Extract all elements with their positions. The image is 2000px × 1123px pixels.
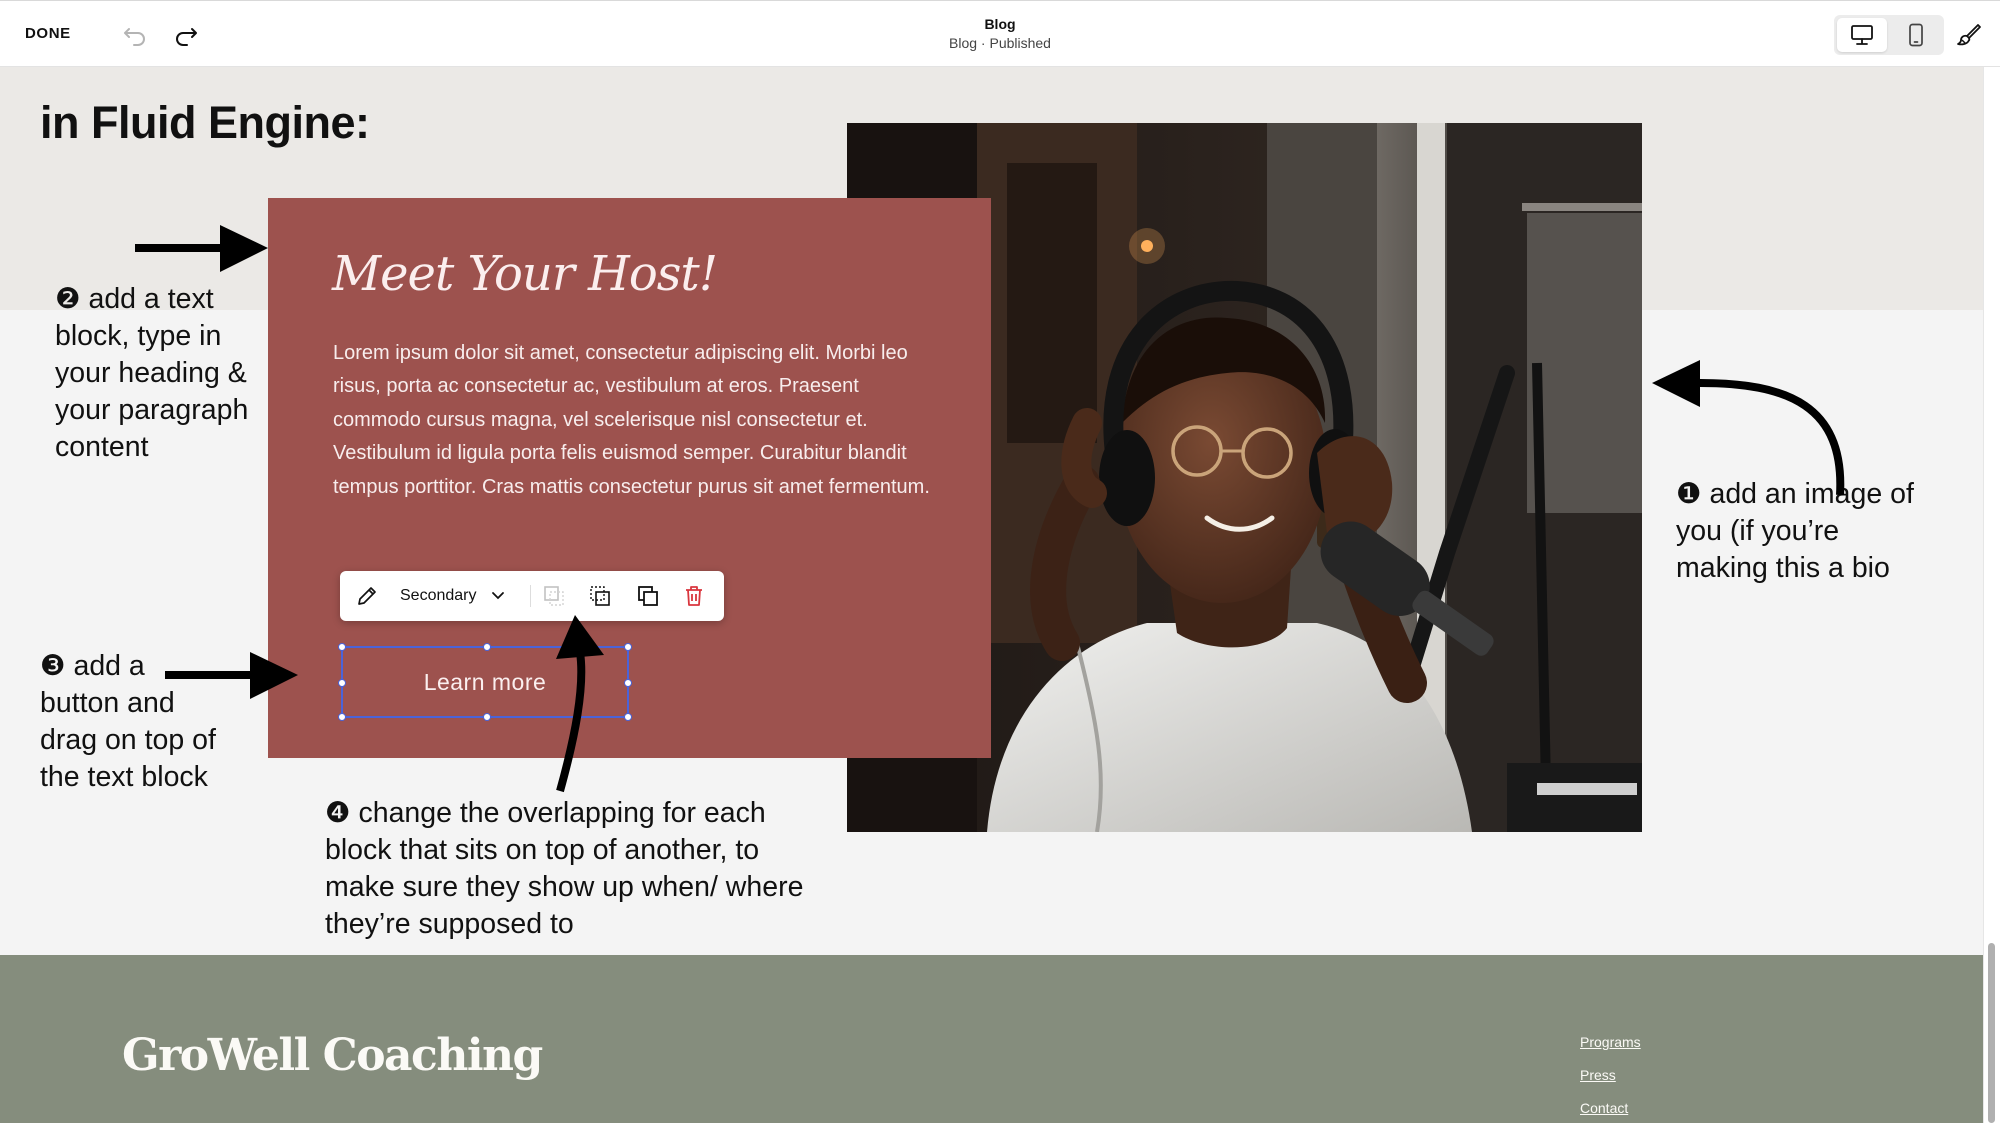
redo-icon [176,28,197,46]
delete-block-button[interactable] [676,571,712,621]
redo-button[interactable] [173,21,199,47]
footer-link-contact[interactable]: Contact [1580,1100,1628,1116]
bring-forward-button[interactable] [582,571,618,621]
duplicate-button[interactable] [630,571,666,621]
duplicate-icon [638,586,658,606]
chevron-down-icon [491,592,504,600]
desktop-icon [1851,25,1873,45]
card-paragraph[interactable]: Lorem ipsum dolor sit amet, consectetur … [333,337,933,504]
bring-forward-icon [590,586,610,606]
block-toolbar: Secondary [340,571,724,621]
resize-handle-nw[interactable] [338,643,346,651]
toolbar-divider [530,585,531,607]
page-status: Blog · Published [949,35,1051,51]
undo-button[interactable] [122,21,148,47]
page-scrollbar[interactable] [1983,67,2000,1123]
pencil-icon [358,587,376,605]
resize-handle-se[interactable] [624,713,632,721]
footer-brand-logo[interactable]: GroWell Coaching [122,1030,543,1081]
site-styles-button[interactable] [1955,21,1983,49]
editor-top-bar: DONE Blog Blog · Published [0,0,2000,67]
mobile-view-button[interactable] [1891,18,1941,52]
resize-handle-sw[interactable] [338,713,346,721]
arrow-to-image [1652,360,1845,496]
scrollbar-thumb[interactable] [1988,943,1995,1123]
mobile-icon [1909,23,1923,47]
send-backward-icon [544,586,564,606]
done-button[interactable]: DONE [25,25,71,42]
paintbrush-icon [1957,24,1981,46]
footer-link-programs[interactable]: Programs [1580,1034,1641,1050]
section-heading[interactable]: in Fluid Engine: [40,97,370,149]
annotation-step-2: ❷ add a text block, type in your heading… [55,283,249,463]
site-footer: GroWell Coaching Programs Press Contact [0,955,1983,1123]
footer-link-press[interactable]: Press [1580,1067,1616,1083]
card-heading[interactable]: Meet Your Host! [332,246,718,302]
resize-handle-s[interactable] [483,713,491,721]
page-title: Blog [984,16,1016,32]
undo-icon [124,28,145,46]
annotation-step-4: ❹ change the overlapping for each block … [325,797,804,940]
learn-more-label: Learn more [423,668,547,695]
resize-handle-n[interactable] [483,643,491,651]
device-view-toggle [1834,15,1944,55]
trash-icon [686,586,702,606]
button-style-label: Secondary [400,587,477,604]
send-backward-button[interactable] [536,571,572,621]
resize-handle-ne[interactable] [624,643,632,651]
resize-handle-w[interactable] [338,679,346,687]
learn-more-button[interactable]: Learn more [338,643,632,721]
resize-handle-e[interactable] [624,679,632,687]
page-title-group: Blog Blog · Published [850,16,1150,51]
page-canvas: in Fluid Engine: Meet Your Host! Lorem i… [0,67,1983,955]
button-style-dropdown[interactable]: Secondary [394,571,524,621]
annotation-step-3: ❸ add a button and drag on top of the te… [40,650,216,793]
edit-block-button[interactable] [350,571,384,621]
desktop-view-button[interactable] [1837,18,1887,52]
annotation-step-1: ❶ add an image of you (if you’re making … [1676,478,1914,584]
